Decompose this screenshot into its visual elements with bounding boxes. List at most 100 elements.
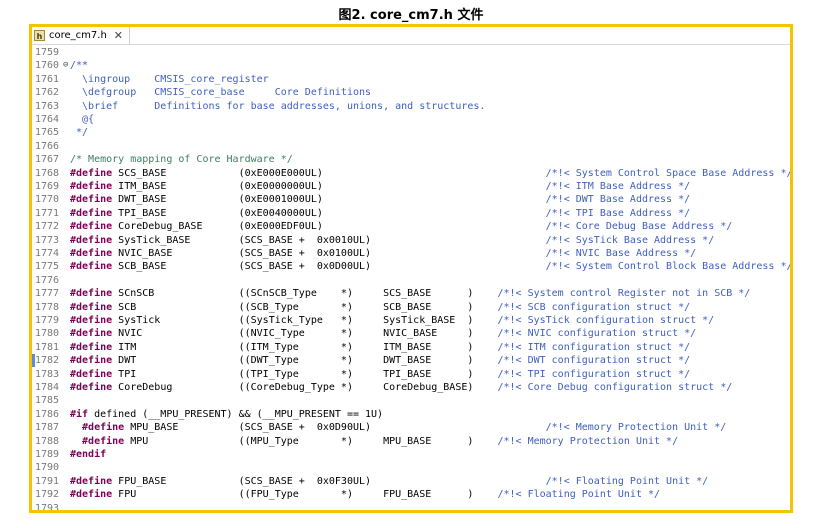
code-line: 1781 #define ITM ((ITM_Type *) ITM_BASE )…	[32, 341, 790, 354]
comment-token: */	[70, 127, 89, 139]
comment-token: /*!< ITM configuration struct */	[497, 341, 691, 353]
code-text: #define TPI_BASE (0xE0040000UL) /*!< TPI…	[70, 207, 690, 220]
code-line: 1767 /* Memory mapping of Core Hardware *…	[32, 153, 790, 166]
code-line: 1793	[32, 502, 790, 510]
code-token: MPU ((MPU_Type *) MPU_BASE )	[124, 435, 498, 447]
fold-toggle-icon[interactable]: ⊖	[63, 59, 68, 72]
code-text: #endif	[70, 448, 106, 461]
code-line: 1761 \ingroup CMSIS_core_register	[32, 73, 790, 86]
tab-core-cm7-h[interactable]: h core_cm7.h ✕	[32, 27, 130, 44]
tab-bar: h core_cm7.h ✕	[32, 27, 790, 45]
code-line: 1783 #define TPI ((TPI_Type *) TPI_BASE )…	[32, 368, 790, 381]
code-line: 1784 #define CoreDebug ((CoreDebug_Type *…	[32, 381, 790, 394]
keyword-token: #define	[70, 475, 113, 487]
code-line: 1768 #define SCS_BASE (0xE000E000UL) /*!<…	[32, 167, 790, 180]
code-text: #if defined (__MPU_PRESENT) && (__MPU_PR…	[70, 408, 383, 421]
code-line: 1764 @{	[32, 113, 790, 126]
code-line: 1786 #if defined (__MPU_PRESENT) && (__MP…	[32, 408, 790, 421]
code-token: FPU ((FPU_Type *) FPU_BASE )	[112, 489, 498, 501]
code-line: 1759	[32, 46, 790, 59]
keyword-token: #define	[70, 328, 113, 340]
code-token: MPU_BASE (SCS_BASE + 0x0D90UL)	[124, 422, 546, 434]
line-number: 1774	[35, 248, 60, 259]
line-number: 1760	[35, 60, 60, 72]
code-token: SysTick ((SysTick_Type *) SysTick_BASE )	[112, 315, 498, 326]
keyword-token: #define	[70, 194, 113, 206]
keyword-token: #endif	[70, 449, 107, 460]
comment-token: /*!< Memory Protection Unit */	[545, 422, 727, 434]
code-line: 1789 #endif	[32, 448, 790, 461]
code-line: 1763 \brief Definitions for base address…	[32, 100, 790, 113]
comment-token: /*!< ITM Base Address */	[545, 181, 691, 192]
code-token: SCS_BASE (0xE000E000UL)	[112, 167, 546, 179]
keyword-token: #define	[70, 234, 113, 246]
code-line: 1773 #define SysTick_BASE (SCS_BASE + 0x0…	[32, 234, 790, 247]
line-number: 1767	[35, 154, 60, 166]
code-line: 1787 #define MPU_BASE (SCS_BASE + 0x0D90…	[32, 421, 790, 434]
line-number: 1788	[35, 435, 60, 447]
keyword-token: #define	[70, 435, 125, 447]
code-line: 1785	[32, 394, 790, 407]
comment-token: /*!< DWT configuration struct */	[497, 355, 691, 367]
code-line: 1765 */	[32, 126, 790, 139]
line-number: 1761	[35, 73, 60, 85]
code-text: #define ITM_BASE (0xE0000000UL) /*!< ITM…	[70, 180, 690, 193]
line-number: 1759	[35, 47, 60, 58]
code-token: SysTick_BASE (SCS_BASE + 0x0010UL)	[112, 234, 546, 246]
code-text: /**	[70, 59, 88, 72]
code-editor[interactable]: 1759 1760 ⊖/** 1761 \ingroup CMSIS_core_reg…	[32, 46, 790, 510]
code-line: 1780 #define NVIC ((NVIC_Type *) NVIC_BAS…	[32, 327, 790, 340]
code-text: #define SCB_BASE (SCS_BASE + 0x0D00UL) /…	[70, 260, 790, 273]
line-number: 1783	[35, 368, 60, 380]
line-number: 1791	[35, 475, 60, 487]
line-number: 1776	[35, 274, 60, 286]
code-line: 1779 #define SysTick ((SysTick_Type *) Sy…	[32, 314, 790, 327]
comment-token: /*!< SysTick configuration struct */	[497, 315, 715, 326]
code-text: #define FPU ((FPU_Type *) FPU_BASE ) /*!…	[70, 488, 660, 501]
code-line: 1770 #define DWT_BASE (0xE0001000UL) /*!<…	[32, 193, 790, 206]
keyword-token: #define	[70, 221, 113, 233]
code-line: 1771 #define TPI_BASE (0xE0040000UL) /*!<…	[32, 207, 790, 220]
line-number: 1768	[35, 167, 60, 179]
code-text: #define SysTick ((SysTick_Type *) SysTic…	[70, 314, 714, 327]
line-number: 1782	[35, 355, 60, 367]
line-number: 1770	[35, 194, 60, 206]
line-number: 1765	[35, 127, 60, 139]
comment-token: /*!< Floating Point Unit */	[497, 489, 661, 501]
comment-token: /*!< System Control Space Base Address *…	[545, 167, 793, 179]
code-line: 1782 #define DWT ((DWT_Type *) DWT_BASE )…	[32, 354, 790, 368]
line-number: 1773	[35, 234, 60, 246]
line-number: 1778	[35, 301, 60, 313]
code-text: #define SCB ((SCB_Type *) SCB_BASE ) /*!…	[70, 301, 690, 314]
code-token: SCB_BASE (SCS_BASE + 0x0D00UL)	[112, 261, 546, 273]
code-token: TPI_BASE (0xE0040000UL)	[112, 207, 546, 219]
comment-token: /*!< Core Debug configuration struct */	[497, 382, 733, 393]
code-line: 1778 #define SCB ((SCB_Type *) SCB_BASE )…	[32, 301, 790, 314]
code-text: #define SysTick_BASE (SCS_BASE + 0x0010U…	[70, 234, 714, 247]
line-number: 1785	[35, 395, 60, 407]
code-line: 1766	[32, 140, 790, 153]
code-line: 1776	[32, 274, 790, 287]
code-text: #define SCnSCB ((SCnSCB_Type *) SCS_BASE…	[70, 287, 750, 300]
keyword-token: #define	[70, 207, 113, 219]
code-text: #define SCS_BASE (0xE000E000UL) /*!< Sys…	[70, 167, 793, 180]
code-token: FPU_BASE (SCS_BASE + 0x0F30UL)	[112, 475, 546, 487]
code-token: NVIC_BASE (SCS_BASE + 0x0100UL)	[112, 248, 546, 259]
line-number: 1775	[35, 261, 60, 273]
code-line: 1792 #define FPU ((FPU_Type *) FPU_BASE )…	[32, 488, 790, 501]
code-token: NVIC ((NVIC_Type *) NVIC_BASE )	[112, 328, 498, 340]
code-text: #define TPI ((TPI_Type *) TPI_BASE ) /*!…	[70, 368, 690, 381]
code-token: DWT_BASE (0xE0001000UL)	[112, 194, 546, 206]
code-token: SCB ((SCB_Type *) SCB_BASE )	[112, 301, 498, 313]
line-number: 1762	[35, 87, 60, 99]
comment-token: /*!< SCB configuration struct */	[497, 301, 691, 313]
comment-token: /*!< TPI configuration struct */	[497, 368, 691, 380]
code-line: 1772 #define CoreDebug_BASE (0xE000EDF0UL…	[32, 220, 790, 233]
comment-token: /*!< Core Debug Base Address */	[545, 221, 733, 233]
line-number: 1763	[35, 100, 60, 112]
code-token: SCnSCB ((SCnSCB_Type *) SCS_BASE )	[112, 288, 498, 300]
close-icon[interactable]: ✕	[114, 29, 123, 42]
code-text: \brief Definitions for base addresses, u…	[70, 100, 485, 113]
code-text: */	[70, 126, 88, 139]
line-number: 1769	[35, 181, 60, 192]
